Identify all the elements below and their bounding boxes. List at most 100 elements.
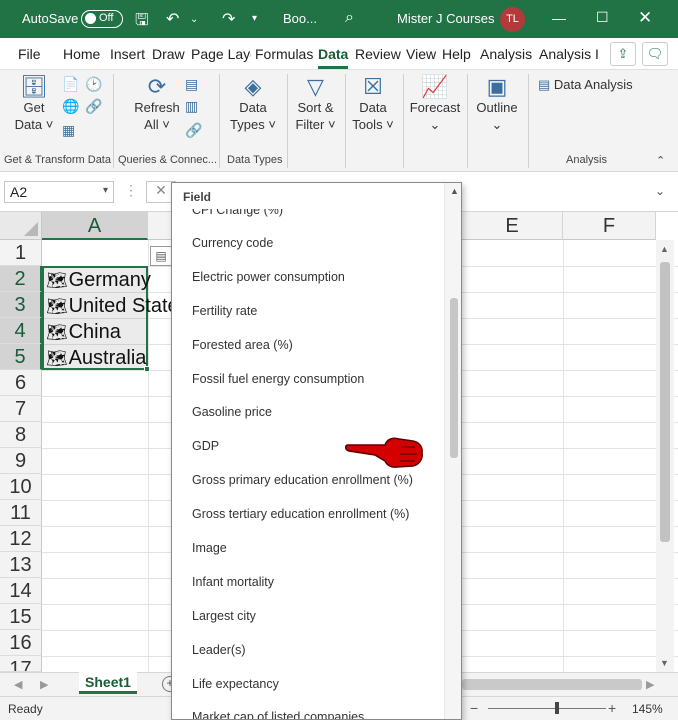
minimize-icon[interactable]: — xyxy=(552,10,566,26)
field-item-cpi-change[interactable]: CPI Change (%) xyxy=(192,209,283,217)
field-item-leaders[interactable]: Leader(s) xyxy=(192,643,246,657)
data-tools-button[interactable]: ☒ Data Tools ˅ xyxy=(350,76,396,133)
row-header-3[interactable]: 3 xyxy=(0,292,42,318)
get-data-button[interactable]: 🗄 Get Data ˅ xyxy=(14,76,54,133)
tab-file[interactable]: File xyxy=(18,46,41,62)
zoom-slider[interactable] xyxy=(488,708,606,709)
field-item-market-cap[interactable]: Market cap of listed companies xyxy=(192,710,364,719)
data-types-button[interactable]: ◈ Data Types ˅ xyxy=(228,76,278,133)
field-item-gross-primary[interactable]: Gross primary education enrollment (%) xyxy=(192,473,413,487)
data-analysis-button[interactable]: ▤ Data Analysis xyxy=(538,76,638,93)
zoom-out-icon[interactable]: − xyxy=(470,700,478,716)
queries-connections-icon[interactable]: ▤ xyxy=(185,76,198,93)
from-text-icon[interactable]: 📄 xyxy=(62,76,79,93)
field-list-scrollbar[interactable]: ▲ xyxy=(444,183,461,719)
refresh-all-button[interactable]: ⟳ Refresh All ˅ xyxy=(132,76,182,133)
undo-dropdown-icon[interactable]: ⌄ xyxy=(190,14,198,25)
from-web-icon[interactable]: 🌐 xyxy=(62,98,79,115)
vertical-scrollbar[interactable]: ▲ ▼ xyxy=(656,240,674,672)
existing-connections-icon[interactable]: 🔗 xyxy=(85,98,102,115)
row-header-17[interactable]: 17 xyxy=(0,656,42,672)
row-header-6[interactable]: 6 xyxy=(0,370,42,396)
insert-data-button[interactable]: ▤ xyxy=(150,246,172,266)
row-header-5[interactable]: 5 xyxy=(0,344,42,370)
properties-icon[interactable]: ▥ xyxy=(185,98,198,115)
collapse-ribbon-icon[interactable]: ⌃ xyxy=(656,154,665,167)
column-header-a[interactable]: A xyxy=(42,212,148,240)
prev-sheet-icon[interactable]: ◀ xyxy=(14,678,22,691)
sort-filter-button[interactable]: ▽ Sort & Filter ˅ xyxy=(293,76,338,133)
redo-icon[interactable]: ↷ xyxy=(222,9,235,29)
select-all-button[interactable] xyxy=(0,212,42,240)
tab-review[interactable]: Review xyxy=(355,46,401,62)
tab-view[interactable]: View xyxy=(406,46,436,62)
horizontal-scrollbar[interactable] xyxy=(462,679,642,690)
row-header-9[interactable]: 9 xyxy=(0,448,42,474)
tab-insert[interactable]: Insert xyxy=(110,46,145,62)
row-header-10[interactable]: 10 xyxy=(0,474,42,500)
row-header-14[interactable]: 14 xyxy=(0,578,42,604)
zoom-slider-thumb[interactable] xyxy=(555,702,559,714)
row-header-4[interactable]: 4 xyxy=(0,318,42,344)
edit-links-icon[interactable]: 🔗 xyxy=(185,122,202,139)
field-scrollbar-thumb[interactable] xyxy=(450,298,458,458)
recent-sources-icon[interactable]: 🕑 xyxy=(85,76,102,93)
zoom-level[interactable]: 145% xyxy=(632,702,663,716)
row-header-2[interactable]: 2 xyxy=(0,266,42,292)
tab-help[interactable]: Help xyxy=(442,46,471,62)
column-header-e[interactable]: E xyxy=(462,212,563,240)
row-header-7[interactable]: 7 xyxy=(0,396,42,422)
scrollbar-thumb[interactable] xyxy=(660,262,670,542)
tab-analysis[interactable]: Analysis xyxy=(480,46,532,62)
maximize-icon[interactable]: ☐ xyxy=(596,9,609,26)
row-header-11[interactable]: 11 xyxy=(0,500,42,526)
field-item-fertility-rate[interactable]: Fertility rate xyxy=(192,304,257,318)
close-icon[interactable]: ✕ xyxy=(638,8,652,28)
field-item-currency-code[interactable]: Currency code xyxy=(192,236,273,250)
row-header-12[interactable]: 12 xyxy=(0,526,42,552)
row-header-1[interactable]: 1 xyxy=(0,240,42,266)
scroll-down-icon[interactable]: ▼ xyxy=(660,658,669,668)
save-icon[interactable]: 🖫 xyxy=(135,9,149,36)
next-sheet-icon[interactable]: ▶ xyxy=(40,678,48,691)
undo-icon[interactable]: ↶ xyxy=(166,9,179,29)
zoom-in-icon[interactable]: + xyxy=(608,700,616,716)
scroll-right-icon[interactable]: ▶ xyxy=(646,678,654,691)
row-header-13[interactable]: 13 xyxy=(0,552,42,578)
customize-toolbar-icon[interactable]: ▾ xyxy=(252,13,257,24)
name-box[interactable]: A2 ▾ xyxy=(4,181,114,203)
tab-home[interactable]: Home xyxy=(63,46,100,62)
search-icon[interactable]: ⌕ xyxy=(345,9,354,27)
field-item-electric-power[interactable]: Electric power consumption xyxy=(192,270,345,284)
forecast-button[interactable]: 📈 Forecast ⌄ xyxy=(408,76,462,133)
field-item-life-expectancy[interactable]: Life expectancy xyxy=(192,677,279,691)
outline-button[interactable]: ▣ Outline ⌄ xyxy=(472,76,522,133)
from-table-icon[interactable]: ▦ xyxy=(62,122,75,139)
field-item-forested-area[interactable]: Forested area (%) xyxy=(192,338,293,352)
field-item-gross-tertiary[interactable]: Gross tertiary education enrollment (%) xyxy=(192,507,409,521)
row-header-8[interactable]: 8 xyxy=(0,422,42,448)
field-item-image[interactable]: Image xyxy=(192,541,227,555)
tab-data[interactable]: Data xyxy=(318,46,349,69)
avatar[interactable]: TL xyxy=(500,7,525,32)
share-icon[interactable]: ⇪ xyxy=(610,42,636,66)
field-scroll-up-icon[interactable]: ▲ xyxy=(450,186,459,196)
scroll-up-icon[interactable]: ▲ xyxy=(660,244,669,254)
tab-formulas[interactable]: Formulas xyxy=(255,46,313,62)
comments-icon[interactable]: 🗨 xyxy=(642,42,668,66)
row-header-16[interactable]: 16 xyxy=(0,630,42,656)
field-item-gdp[interactable]: GDP xyxy=(192,439,219,453)
tab-page-layout[interactable]: Page Layout xyxy=(191,46,251,62)
sheet-tab-sheet1[interactable]: Sheet1 xyxy=(79,672,137,694)
column-header-f[interactable]: F xyxy=(563,212,656,240)
field-item-fossil-fuel[interactable]: Fossil fuel energy consumption xyxy=(192,372,364,386)
field-item-gasoline-price[interactable]: Gasoline price xyxy=(192,405,272,419)
tab-analysis-2[interactable]: Analysis I xyxy=(539,46,601,62)
tab-draw[interactable]: Draw xyxy=(152,46,185,62)
field-item-largest-city[interactable]: Largest city xyxy=(192,609,256,623)
field-item-infant-mortality[interactable]: Infant mortality xyxy=(192,575,274,589)
autosave-toggle[interactable]: Off xyxy=(81,10,123,28)
expand-formula-bar-icon[interactable]: ⌄ xyxy=(655,184,665,198)
row-header-15[interactable]: 15 xyxy=(0,604,42,630)
map-icon: 🗺 xyxy=(46,297,68,316)
